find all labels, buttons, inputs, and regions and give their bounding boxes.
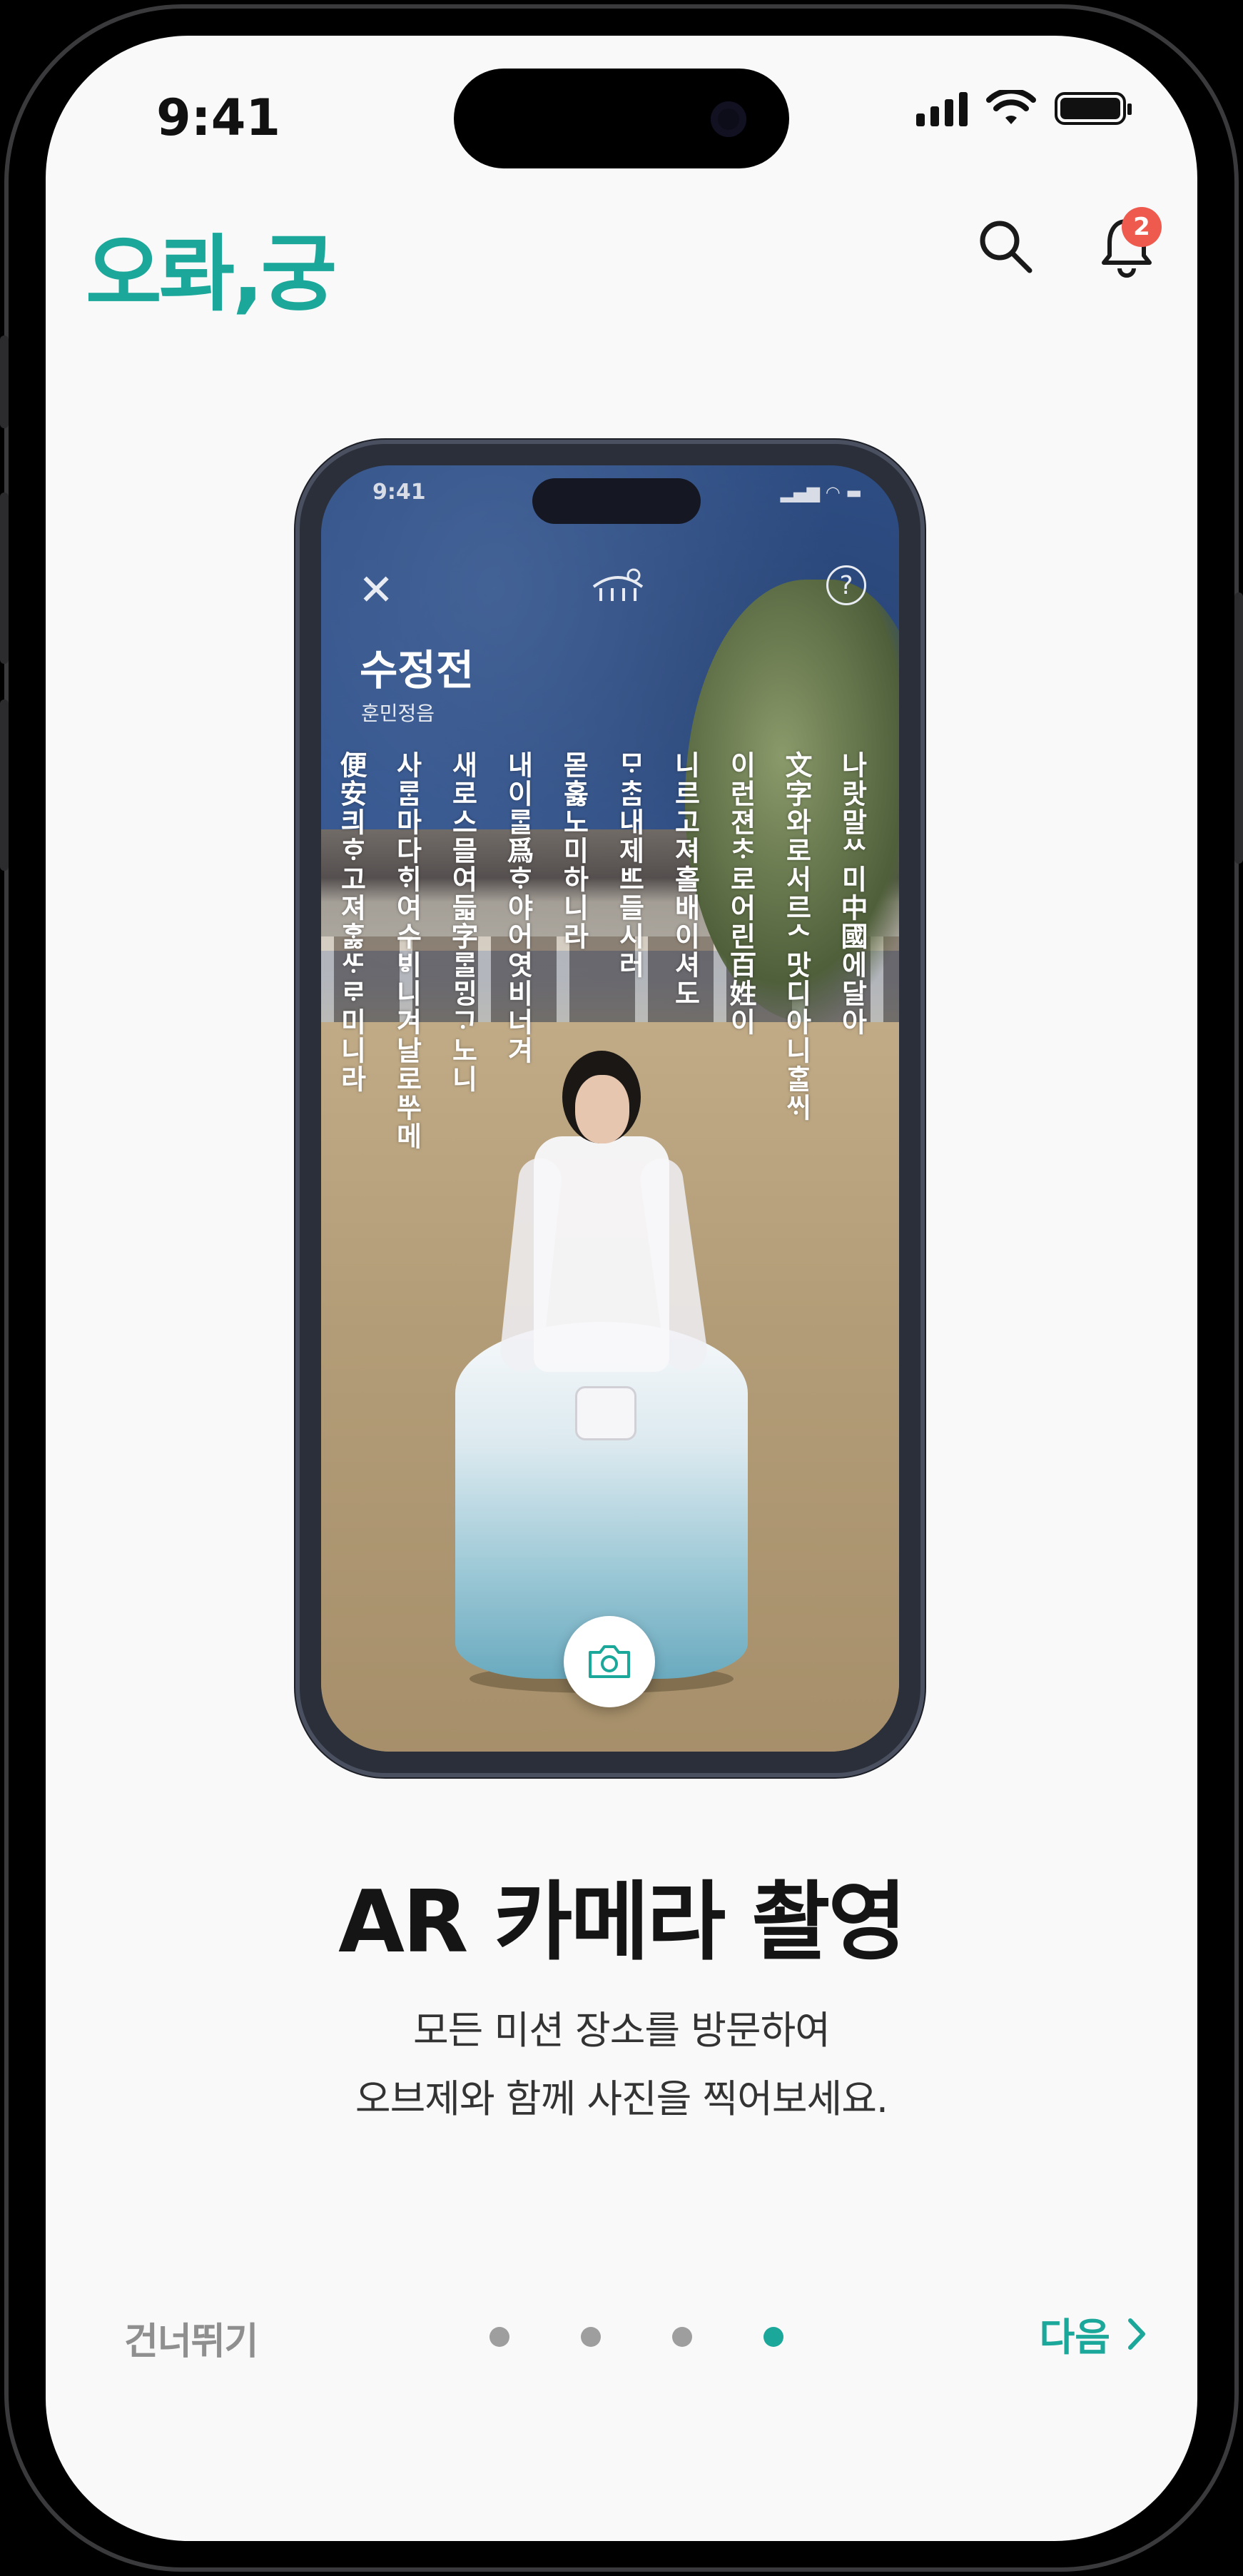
onboarding-description-line-1: 모든 미션 장소를 방문하여 [413,2008,831,2053]
mock-status-time: 9:41 [372,480,426,505]
front-camera [711,101,746,137]
ar-camera-preview: 9:41 ▂▄▆ ◠ ▬ ✕ ? 수정전 훈민정음 나랏말ᄊ미中國에달아 文字와… [321,465,899,1752]
palace-roof-icon [592,568,644,601]
next-button-label: 다음 [1039,2315,1110,2360]
volume-up-button [0,493,9,664]
handbag [575,1386,636,1440]
next-button[interactable]: 다음 [1040,2305,1147,2362]
verse-column: 사ᄅᆞᆷ마다ᄒᆡ여수ᄫᅵ니겨날로ᄡᅮ메 [391,751,422,1151]
page-dot[interactable] [581,2327,601,2347]
wifi-icon [986,90,1036,124]
notification-badge: 2 [1122,207,1162,247]
side-button [1234,592,1243,864]
status-time: 9:41 [156,89,281,147]
shutter-button [564,1616,655,1707]
person-in-hanbok [448,1051,748,1707]
status-icons [916,90,1132,127]
verse-column: 나랏말ᄊ미中國에달아 [836,751,868,1036]
device-frame: 9:41 오롸,궁 2 9:41 ▂▄▆ ◠ ▬ ✕ ? 수정전 훈민정음 나랏… [0,0,1243,2576]
mock-status-icons: ▂▄▆ ◠ ▬ [780,483,862,502]
ar-camera-preview-mockup: 9:41 ▂▄▆ ◠ ▬ ✕ ? 수정전 훈민정음 나랏말ᄊ미中國에달아 文字와… [300,444,920,1773]
battery-icon [1055,92,1132,125]
skip-button[interactable]: 건너뛰기 [124,2311,258,2365]
page-dot-active[interactable] [763,2327,783,2347]
page-indicator [489,2327,783,2347]
search-icon [980,221,1033,273]
mock-dynamic-island [532,478,701,524]
app-screen: 9:41 오롸,궁 2 9:41 ▂▄▆ ◠ ▬ ✕ ? 수정전 훈민정음 나랏… [46,36,1197,2541]
page-dot[interactable] [489,2327,509,2347]
dynamic-island [454,69,789,168]
mock-location-title: 수정전 [360,646,475,694]
app-logo: 오롸,궁 [86,226,337,323]
page-dot[interactable] [672,2327,692,2347]
mock-location-subtitle: 훈민정음 [361,702,435,725]
camera-icon [589,1645,630,1678]
onboarding-description-line-2: 오브제와 함께 사진을 찍어보세요. [355,2076,888,2121]
verse-column: 便安킈ᄒᆞ고져ᄒᆞᇙᄯᆞᄅᆞ미니라 [335,751,367,1093]
notification-button[interactable]: 2 [1087,207,1166,286]
verse-column: 文字와로서르ᄉ맛디아니ᄒᆞᆯᄊᆡ [781,751,812,1122]
search-button[interactable] [966,207,1045,286]
close-icon: ✕ [358,565,395,615]
chevron-right-icon [1128,2318,1145,2350]
onboarding-title: AR 카메라 촬영 [338,1873,907,1972]
cellular-signal-icon [916,91,968,126]
help-icon: ? [826,565,866,605]
action-button [0,335,9,428]
volume-down-button [0,699,9,871]
